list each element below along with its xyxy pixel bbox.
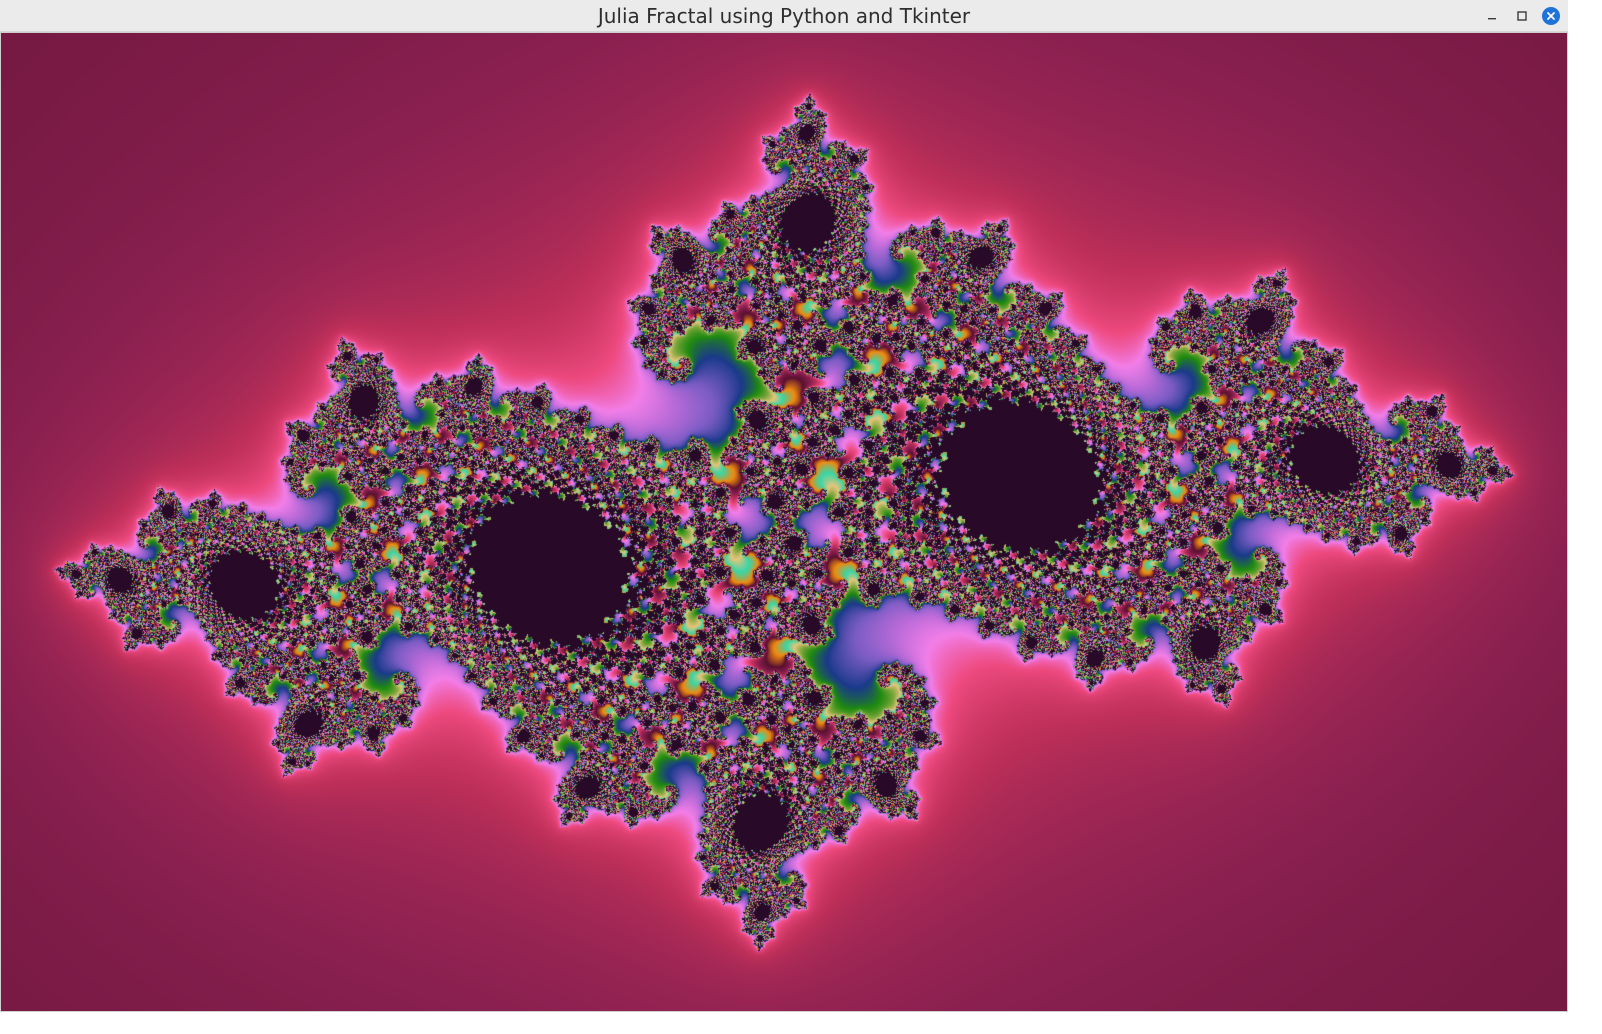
maximize-button[interactable] <box>1512 6 1532 26</box>
fractal-canvas-frame <box>0 32 1568 1012</box>
title-bar[interactable]: Julia Fractal using Python and Tkinter <box>0 0 1568 32</box>
window-title: Julia Fractal using Python and Tkinter <box>597 4 971 28</box>
close-icon <box>1547 12 1555 20</box>
app-window: Julia Fractal using Python and Tkinter <box>0 0 1568 1012</box>
close-button[interactable] <box>1542 7 1560 25</box>
maximize-icon <box>1517 11 1527 21</box>
window-controls <box>1482 5 1560 27</box>
minimize-button[interactable] <box>1482 6 1502 26</box>
julia-fractal-canvas[interactable] <box>1 33 1567 1011</box>
minimize-icon <box>1488 18 1496 20</box>
